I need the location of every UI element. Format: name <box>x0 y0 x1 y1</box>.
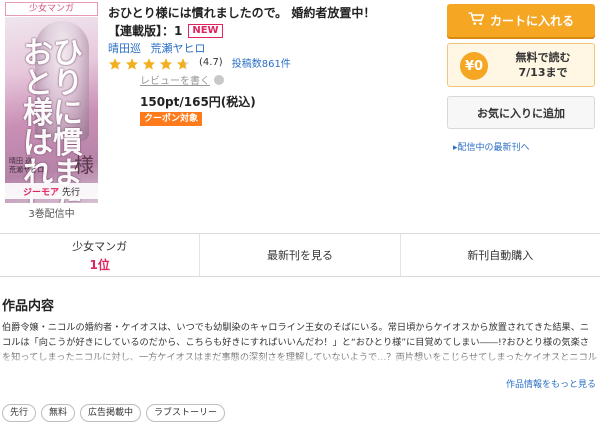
price: 150pt/165円(税込) <box>140 95 256 109</box>
tag-item[interactable]: 無料 <box>41 404 76 422</box>
latest-volume-label: 最新刊を見る <box>266 249 333 262</box>
tag-item[interactable]: 先行 <box>2 404 37 422</box>
genre-rank-value: 1位 <box>89 257 110 272</box>
tab-auto-purchase[interactable]: 新刊自動購入 <box>401 234 600 276</box>
cover-image[interactable]: おひとり様には慣れました 様 晴田 巡 荒瀬ヤヒロ ジーモア 先行 <box>5 17 98 203</box>
rating-value: (4.7) <box>199 57 223 68</box>
volumes-available: 3巻配信中 <box>28 209 75 220</box>
star-half-icon <box>176 56 190 70</box>
cart-icon <box>468 12 485 29</box>
rating: (4.7) 投稿数861件 <box>108 55 291 70</box>
cover-label-bar: ジーモア 先行 <box>5 183 98 199</box>
add-favorite-button[interactable]: お気に入りに追加 <box>447 96 595 129</box>
author-link[interactable]: 荒瀬ヤヒロ <box>151 42 206 55</box>
cover-title-art: おひとり様には慣れました <box>23 36 83 204</box>
publisher-logo: ジーモア <box>22 187 59 198</box>
new-badge: NEW <box>188 23 223 38</box>
free-until-date: 7/13まで <box>518 66 568 79</box>
star-icon <box>142 56 156 70</box>
review-write-label: レビューを書く <box>140 76 210 87</box>
cover-sama-art: 様 <box>74 153 94 177</box>
write-review-link[interactable]: レビューを書く <box>140 72 224 87</box>
edition-label: 【連載版】：1 <box>108 24 183 38</box>
tag-item[interactable]: ラブストーリー <box>146 404 226 422</box>
coupon-badge: クーポン対象 <box>140 112 203 126</box>
tag-item[interactable]: 広告掲載中 <box>80 404 142 422</box>
section-title: 作品内容 <box>2 299 55 314</box>
add-to-cart-label: カートに入れる <box>489 14 574 28</box>
review-count-link[interactable]: 投稿数861件 <box>232 55 291 70</box>
star-icon <box>125 56 139 70</box>
authors: 晴田巡 荒瀬ヤヒロ <box>108 40 212 56</box>
genre-tag: 少女マンガ <box>5 2 98 16</box>
read-free-button[interactable]: ¥0 無料で読む 7/13まで <box>447 43 595 87</box>
pencil-icon <box>214 74 224 85</box>
star-icon <box>159 56 173 70</box>
auto-purchase-label: 新刊自動購入 <box>467 249 534 262</box>
author-link[interactable]: 晴田巡 <box>108 42 141 55</box>
cover-label-text: 先行 <box>62 187 81 198</box>
read-free-line: 無料で読む <box>515 51 571 64</box>
more-info-link[interactable]: 作品情報をもっと見る <box>506 377 596 390</box>
action-tabs: 少女マンガ 1位 最新刊を見る 新刊自動購入 <box>0 233 600 277</box>
cover-authors-art: 晴田 巡 荒瀬ヤヒロ <box>9 157 44 174</box>
add-to-cart-button[interactable]: カートに入れる <box>447 4 595 37</box>
read-free-label: 無料で読む 7/13まで <box>496 50 590 80</box>
tab-latest-volume[interactable]: 最新刊を見る <box>200 234 401 276</box>
tab-genre-ranking[interactable]: 少女マンガ 1位 <box>0 234 201 276</box>
edition-line: 【連載版】：1 NEW <box>108 22 223 39</box>
product-title: おひとり様には慣れましたので。 婚約者放置中！ <box>108 6 376 20</box>
description-fade <box>0 350 600 366</box>
latest-volume-link[interactable]: ▸配信中の最新刊へ <box>453 140 530 153</box>
tag-list: 先行 無料 広告掲載中 ラブストーリー <box>2 404 226 422</box>
free-yen-icon: ¥0 <box>460 52 488 80</box>
star-icon <box>108 56 122 70</box>
genre-ranking-label: 少女マンガ <box>72 239 128 253</box>
